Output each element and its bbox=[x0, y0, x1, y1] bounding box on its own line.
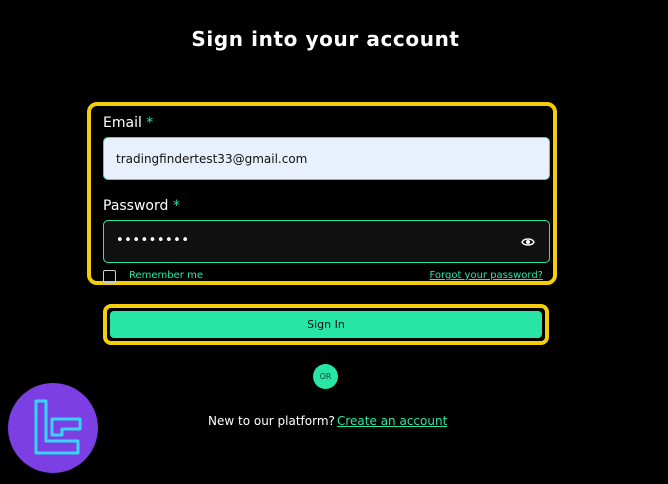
login-form-highlight: Email * Password * ••••••••• Remember me… bbox=[87, 102, 557, 285]
email-label: Email * bbox=[103, 115, 153, 131]
forgot-password-link[interactable]: Forgot your password? bbox=[430, 270, 543, 281]
eye-icon[interactable] bbox=[521, 236, 535, 248]
sign-in-button[interactable]: Sign In bbox=[110, 311, 542, 338]
or-divider: OR bbox=[313, 364, 338, 389]
sign-in-page: Sign into your account Email * Password … bbox=[0, 0, 668, 484]
new-user-text: New to our platform? bbox=[208, 414, 335, 428]
password-value: ••••••••• bbox=[116, 233, 190, 248]
signin-button-highlight: Sign In bbox=[103, 304, 549, 345]
email-field[interactable] bbox=[103, 137, 550, 180]
email-required-marker: * bbox=[146, 115, 154, 131]
password-field[interactable]: ••••••••• bbox=[103, 220, 550, 263]
password-required-marker: * bbox=[172, 198, 180, 214]
create-account-link[interactable]: Create an account bbox=[337, 414, 447, 428]
remember-me-label[interactable]: Remember me bbox=[129, 270, 203, 281]
password-label: Password * bbox=[103, 198, 180, 214]
remember-me-checkbox[interactable] bbox=[103, 270, 116, 283]
password-label-text: Password bbox=[103, 198, 169, 214]
page-title: Sign into your account bbox=[191, 27, 460, 51]
email-label-text: Email bbox=[103, 115, 142, 131]
brand-logo bbox=[8, 383, 98, 473]
